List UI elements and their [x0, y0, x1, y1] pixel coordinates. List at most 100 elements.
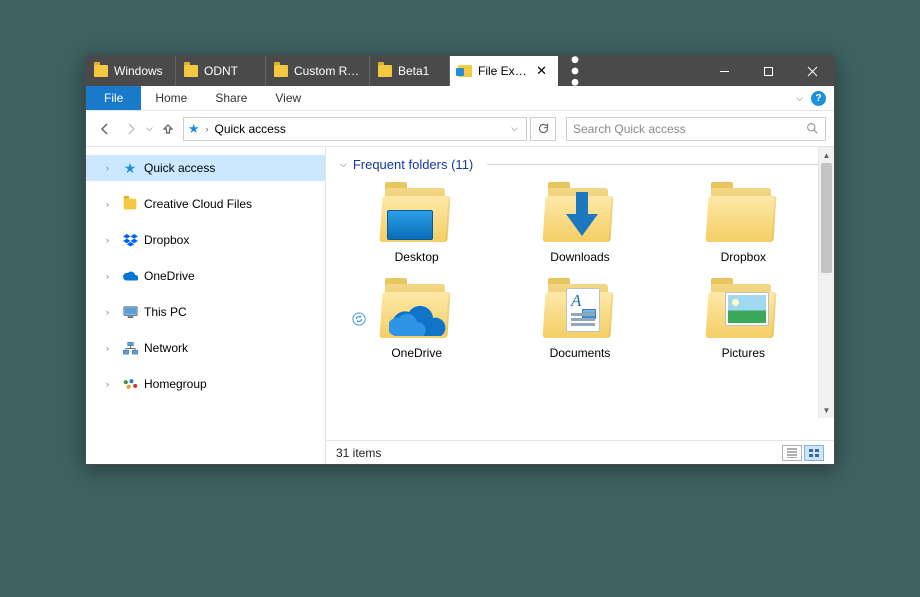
sidebar-item-label: Network [144, 341, 188, 355]
file-menu-button[interactable]: File [86, 86, 141, 110]
star-icon: ★ [122, 160, 138, 176]
refresh-button[interactable] [530, 117, 556, 141]
network-icon [122, 340, 138, 356]
search-input[interactable] [573, 122, 806, 136]
tab-label: Custom RT... [294, 64, 361, 78]
section-title: Frequent folders (11) [353, 157, 473, 172]
scrollbar-thumb[interactable] [821, 163, 832, 273]
file-explorer-window: Windows ODNT Custom RT... Beta1 File Exp… [85, 55, 835, 465]
tab-label: Beta1 [398, 64, 441, 78]
download-arrow-icon [562, 190, 602, 238]
status-bar: 31 items [326, 440, 834, 464]
sidebar-item-creative-cloud[interactable]: › Creative Cloud Files [86, 191, 325, 217]
chevron-right-icon[interactable]: › [106, 163, 116, 173]
content-pane: ⌵ Frequent folders (11) Desktop [326, 147, 834, 464]
item-label: Pictures [722, 346, 765, 360]
sidebar-item-label: Homegroup [144, 377, 207, 391]
ribbon-tab-view[interactable]: View [261, 86, 315, 110]
item-label: Documents [550, 346, 611, 360]
folder-item-documents[interactable]: Documents [503, 282, 656, 360]
tab-menu-button[interactable] [558, 56, 592, 86]
tab-windows[interactable]: Windows [86, 56, 176, 86]
folder-item-pictures[interactable]: Pictures [667, 282, 820, 360]
sidebar-item-this-pc[interactable]: › This PC [86, 299, 325, 325]
quick-access-icon: ★ [188, 121, 200, 137]
onedrive-icon [122, 268, 138, 284]
chevron-right-icon[interactable]: › [106, 271, 116, 281]
tab-odnt[interactable]: ODNT [176, 56, 266, 86]
folder-item-onedrive[interactable]: OneDrive [340, 282, 493, 360]
folder-icon [274, 65, 288, 77]
creative-cloud-icon [122, 196, 138, 212]
close-button[interactable] [790, 56, 834, 86]
nav-toolbar: ⌵ ★ › Quick access ⌵ [86, 111, 834, 147]
ribbon-tabs: File Home Share View ⌵ ? [86, 86, 834, 111]
nav-up-button[interactable] [157, 118, 179, 140]
sidebar-item-label: This PC [144, 305, 187, 319]
breadcrumb-location[interactable]: Quick access [214, 122, 285, 136]
folder-item-downloads[interactable]: Downloads [503, 186, 656, 264]
desktop-overlay-icon [387, 210, 433, 240]
sidebar-item-homegroup[interactable]: › Homegroup [86, 371, 325, 397]
tab-label: File Expl... [478, 64, 528, 78]
breadcrumb-chevron[interactable]: › [205, 124, 208, 134]
file-explorer-icon [458, 65, 472, 77]
vertical-scrollbar[interactable]: ▲ ▼ [818, 147, 834, 418]
section-header[interactable]: ⌵ Frequent folders (11) [326, 147, 834, 178]
folder-icon [378, 65, 392, 77]
minimize-button[interactable] [702, 56, 746, 86]
chevron-right-icon[interactable]: › [106, 235, 116, 245]
tab-file-explorer[interactable]: File Expl... ✕ [450, 56, 558, 86]
tab-label: ODNT [204, 64, 257, 78]
chevron-right-icon[interactable]: › [106, 199, 116, 209]
item-label: Dropbox [721, 250, 766, 264]
nav-forward-button[interactable] [120, 118, 142, 140]
scroll-down-button[interactable]: ▼ [819, 402, 834, 418]
folder-item-desktop[interactable]: Desktop [340, 186, 493, 264]
icons-view-button[interactable] [804, 445, 824, 461]
address-bar[interactable]: ★ › Quick access ⌵ [183, 117, 527, 141]
address-dropdown-button[interactable]: ⌵ [507, 123, 522, 134]
details-view-button[interactable] [782, 445, 802, 461]
scroll-up-button[interactable]: ▲ [819, 147, 834, 163]
tab-label: Windows [114, 64, 167, 78]
nav-history-dropdown[interactable]: ⌵ [146, 123, 153, 134]
homegroup-icon [122, 376, 138, 392]
tab-beta1[interactable]: Beta1 [370, 56, 450, 86]
search-box[interactable] [566, 117, 826, 141]
sidebar-item-network[interactable]: › Network [86, 335, 325, 361]
picture-overlay-icon [725, 292, 769, 326]
search-icon [806, 122, 819, 135]
item-label: Downloads [550, 250, 609, 264]
maximize-button[interactable] [746, 56, 790, 86]
ribbon-expand-button[interactable]: ⌵ [796, 93, 803, 104]
sidebar-item-quick-access[interactable]: › ★ Quick access [86, 155, 325, 181]
folder-item-dropbox[interactable]: Dropbox [667, 186, 820, 264]
ribbon-tab-share[interactable]: Share [201, 86, 261, 110]
chevron-right-icon[interactable]: › [106, 307, 116, 317]
document-overlay-icon [566, 288, 600, 332]
help-button[interactable]: ? [811, 91, 826, 106]
chevron-right-icon[interactable]: › [106, 343, 116, 353]
titlebar: Windows ODNT Custom RT... Beta1 File Exp… [86, 56, 834, 86]
sidebar-item-dropbox[interactable]: › Dropbox [86, 227, 325, 253]
ribbon-tab-home[interactable]: Home [141, 86, 201, 110]
sidebar-item-onedrive[interactable]: › OneDrive [86, 263, 325, 289]
main-body: › ★ Quick access › Creative Cloud Files … [86, 147, 834, 464]
chevron-down-icon[interactable]: ⌵ [340, 159, 347, 170]
folder-icon [94, 65, 108, 77]
sidebar-item-label: OneDrive [144, 269, 195, 283]
nav-back-button[interactable] [94, 118, 116, 140]
tab-custom-rt[interactable]: Custom RT... [266, 56, 370, 86]
pc-icon [122, 304, 138, 320]
item-label: Desktop [395, 250, 439, 264]
navigation-pane: › ★ Quick access › Creative Cloud Files … [86, 147, 326, 464]
tab-close-button[interactable]: ✕ [534, 63, 549, 79]
folder-icon [184, 65, 198, 77]
chevron-right-icon[interactable]: › [106, 379, 116, 389]
sidebar-item-label: Dropbox [144, 233, 189, 247]
item-label: OneDrive [391, 346, 442, 360]
item-count: 31 items [336, 446, 381, 460]
dropbox-icon [122, 232, 138, 248]
sidebar-item-label: Quick access [144, 161, 215, 175]
